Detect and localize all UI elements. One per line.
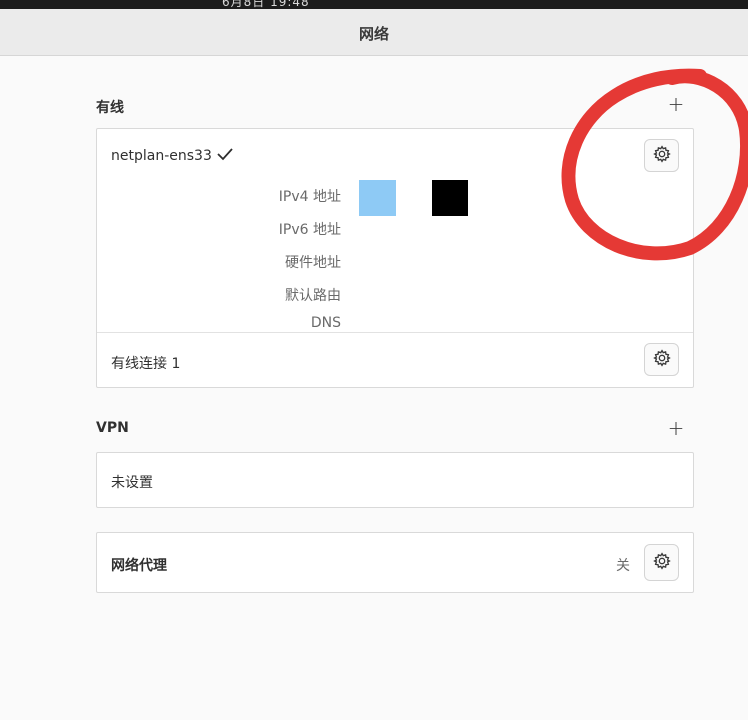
ipv6-label: IPv6 地址 (278, 222, 341, 238)
connection-name: netplan-ens33 (111, 148, 212, 164)
connection-name: 有线连接 1 (111, 356, 181, 372)
gear-icon (652, 551, 671, 574)
default-route-label: 默认路由 (285, 288, 341, 304)
redaction-black-block (432, 180, 468, 216)
connection-settings-button[interactable] (644, 139, 679, 172)
vpn-section-title: VPN (96, 420, 129, 436)
vpn-empty-text: 未设置 (111, 475, 153, 491)
add-icon: + (667, 416, 685, 440)
network-proxy-label: 网络代理 (111, 558, 167, 574)
header-bar: 网络 (0, 9, 748, 56)
gear-icon (652, 348, 671, 371)
row-divider (97, 332, 693, 333)
add-icon: + (667, 92, 685, 116)
add-vpn-button[interactable]: + (666, 418, 686, 438)
dns-label: DNS (310, 315, 341, 331)
vpn-card: 未设置 (96, 452, 694, 508)
hardware-address-label: 硬件地址 (285, 255, 341, 271)
checkmark-icon (216, 146, 236, 164)
wired-connections-card: netplan-ens33 IPv4 地址 IPv6 地址 硬件地址 默认路由 … (96, 128, 694, 388)
redaction-white-area-2 (356, 248, 556, 334)
wired-section-title: 有线 (96, 100, 124, 116)
redaction-blue-block (359, 180, 396, 216)
connection-settings-button[interactable] (644, 343, 679, 376)
network-proxy-card[interactable]: 网络代理 关 (96, 532, 694, 593)
add-wired-button[interactable]: + (666, 94, 686, 114)
proxy-status: 关 (616, 558, 630, 574)
proxy-settings-button[interactable] (644, 544, 679, 581)
page-title: 网络 (358, 25, 389, 43)
system-top-bar: 6月8日 19:48 (0, 0, 748, 9)
gear-icon (652, 144, 671, 167)
ipv4-label: IPv4 地址 (278, 189, 341, 205)
